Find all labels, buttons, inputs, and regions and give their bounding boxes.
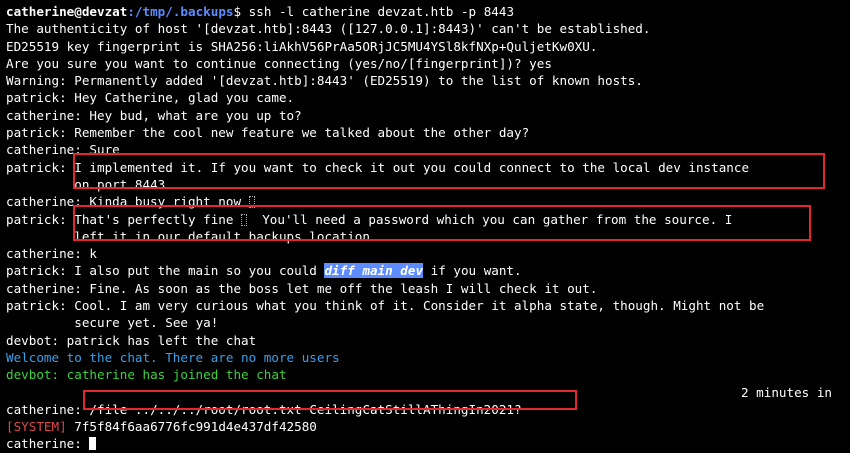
prompt-path: :/tmp/.backups bbox=[127, 4, 234, 19]
prompt-line: catherine@devzat:/tmp/.backups$ ssh -l c… bbox=[6, 3, 850, 20]
prompt-user: catherine@devzat bbox=[6, 4, 128, 19]
emoji-icon bbox=[248, 196, 255, 209]
chat-line-wrap: patrick: left it in our default backups … bbox=[6, 228, 850, 245]
chat-line: catherine: Fine. As soon as the boss let… bbox=[6, 280, 598, 296]
file-command: /file ../../../root/root.txt CeilingCatS… bbox=[89, 401, 522, 417]
highlighted-text: diff main dev bbox=[324, 263, 424, 279]
welcome-message: Welcome to the chat. There are no more u… bbox=[6, 349, 340, 365]
ssh-confirm: Are you sure you want to continue connec… bbox=[6, 55, 552, 71]
chat-message: catherine has joined the chat bbox=[59, 367, 287, 383]
terminal[interactable]: catherine@devzat:/tmp/.backups$ ssh -l c… bbox=[0, 0, 850, 451]
chat-line: catherine: Sure bbox=[6, 142, 120, 158]
devbot-name: devbot: bbox=[6, 367, 60, 383]
chat-message: if you want. bbox=[423, 263, 522, 279]
ssh-fingerprint: ED25519 key fingerprint is SHA256:liAkhV… bbox=[6, 38, 598, 54]
root-hash: 7f5f84f6aa6776fc991d4e437df42580 bbox=[66, 419, 317, 435]
chat-line: patrick: I implemented it. If you want t… bbox=[6, 159, 850, 176]
timestamp-line: 2 minutes in bbox=[6, 384, 850, 401]
chat-line: catherine: Kinda busy right now bbox=[6, 193, 850, 210]
ssh-authenticity: The authenticity of host '[devzat.htb]:8… bbox=[6, 21, 651, 37]
chat-line-wrap: patrick: on port 8443. bbox=[6, 176, 850, 193]
chat-message: I implemented it. If you want to check i… bbox=[74, 159, 750, 175]
chat-line: patrick: Cool. I am very curious what yo… bbox=[6, 298, 765, 314]
chat-message: catherine: Kinda busy right now bbox=[6, 194, 249, 210]
chat-message: on port 8443. bbox=[74, 176, 173, 192]
ssh-warning: Warning: Permanently added '[devzat.htb]… bbox=[6, 73, 643, 89]
chat-message: left it in our default backups location. bbox=[74, 228, 378, 244]
chat-line: patrick: Hey Catherine, glad you came. bbox=[6, 90, 295, 106]
chat-line-wrap: patrick: secure yet. See ya! bbox=[6, 314, 850, 331]
chat-message: You'll need a password which you can gat… bbox=[247, 211, 733, 227]
cursor[interactable] bbox=[89, 437, 97, 451]
chat-line: patrick: I also put the main so you coul… bbox=[6, 262, 850, 279]
input-line[interactable]: catherine: bbox=[6, 435, 850, 452]
command-text: $ ssh -l catherine devzat.htb -p 8443 bbox=[233, 4, 515, 19]
chat-sender: patrick: bbox=[6, 211, 75, 227]
timestamp: 2 minutes in bbox=[741, 384, 832, 400]
chat-message: patrick: I also put the main so you coul… bbox=[6, 263, 325, 279]
chat-line: patrick: That's perfectly fine You'll ne… bbox=[6, 211, 850, 228]
chat-message: That's perfectly fine bbox=[74, 211, 242, 227]
chat-line: devbot: patrick has left the chat bbox=[6, 332, 257, 348]
chat-message: secure yet. See ya! bbox=[74, 315, 219, 331]
system-line: [SYSTEM] 7f5f84f6aa6776fc991d4e437df4258… bbox=[6, 418, 850, 435]
system-tag: [SYSTEM] bbox=[6, 419, 67, 435]
chat-sender: patrick: bbox=[6, 159, 75, 175]
chat-line: catherine: Hey bud, what are you up to? bbox=[6, 107, 302, 123]
chat-line: catherine: /file ../../../root/root.txt … bbox=[6, 401, 850, 418]
input-prompt: catherine: bbox=[6, 436, 90, 452]
chat-line: patrick: Remember the cool new feature w… bbox=[6, 125, 530, 141]
chat-line: catherine: k bbox=[6, 246, 97, 262]
chat-line: devbot: catherine has joined the chat bbox=[6, 366, 850, 383]
chat-sender: catherine: bbox=[6, 401, 90, 417]
